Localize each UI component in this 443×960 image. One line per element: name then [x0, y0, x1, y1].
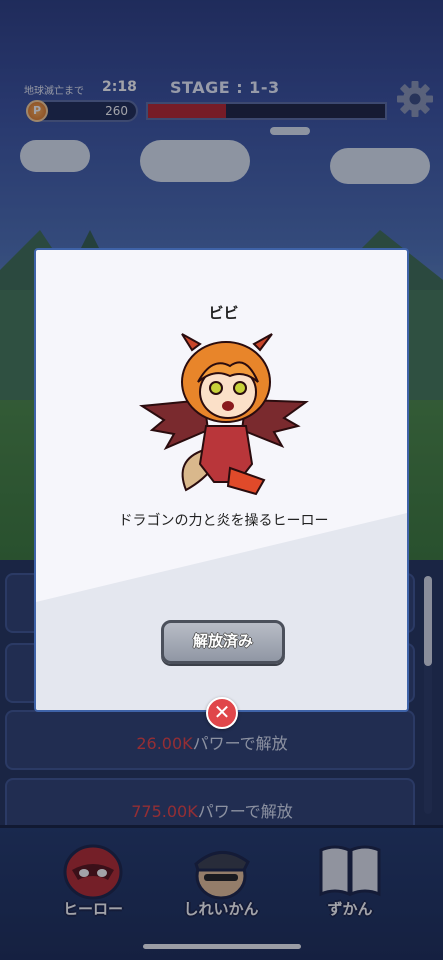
close-icon[interactable]: ✕ [206, 697, 238, 729]
hero-portrait [139, 333, 309, 496]
hero-description: ドラゴンの力と炎を操るヒーロー [118, 513, 329, 529]
hero-detail-modal: ビビ ドラゴンの力と炎を操るヒーロー 解放済み [34, 248, 409, 712]
unlocked-button[interactable]: 解放済み [161, 620, 285, 664]
hero-name: ビビ [208, 304, 239, 322]
